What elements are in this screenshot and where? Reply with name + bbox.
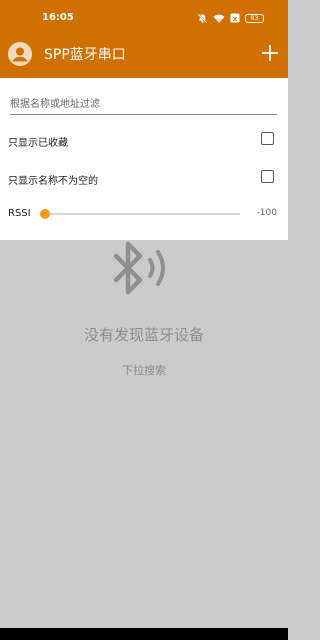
battery-indicator: 83: [245, 13, 264, 23]
status-bar: 16:05 x 83: [0, 0, 288, 36]
notification-icon: x: [230, 13, 240, 23]
svg-text:x: x: [233, 15, 238, 23]
mute-icon: [197, 13, 208, 24]
status-icons: x 83: [197, 11, 264, 25]
only-favorites-checkbox[interactable]: [261, 132, 274, 145]
filter-panel: 只显示已收藏 只显示名称不为空的 RSSI -100: [0, 78, 288, 240]
empty-state-hint: 下拉搜索: [122, 364, 166, 377]
plus-icon: [262, 45, 278, 61]
account-icon[interactable]: [8, 42, 32, 66]
only-named-checkbox[interactable]: [261, 170, 274, 183]
rssi-slider-track: [44, 213, 240, 215]
rssi-label: RSSI: [8, 208, 31, 219]
only-named-row[interactable]: 只显示名称不为空的: [0, 166, 288, 190]
wifi-icon: [213, 13, 225, 24]
status-time: 16:05: [42, 12, 74, 23]
bluetooth-searching-icon: [112, 240, 176, 302]
only-named-label: 只显示名称不为空的: [8, 176, 98, 187]
only-favorites-row[interactable]: 只显示已收藏: [0, 128, 288, 152]
add-button[interactable]: [260, 43, 280, 63]
rssi-slider-thumb[interactable]: [40, 209, 50, 219]
app-bar: SPP蓝牙串口: [0, 36, 288, 78]
app-title: SPP蓝牙串口: [44, 47, 126, 63]
rssi-slider[interactable]: [40, 209, 240, 219]
name-filter-input[interactable]: [10, 94, 277, 115]
empty-state-title: 没有发现蓝牙设备: [83, 326, 204, 344]
rssi-value: -100: [256, 208, 277, 218]
only-favorites-label: 只显示已收藏: [8, 138, 68, 149]
navigation-bar: [0, 628, 288, 640]
